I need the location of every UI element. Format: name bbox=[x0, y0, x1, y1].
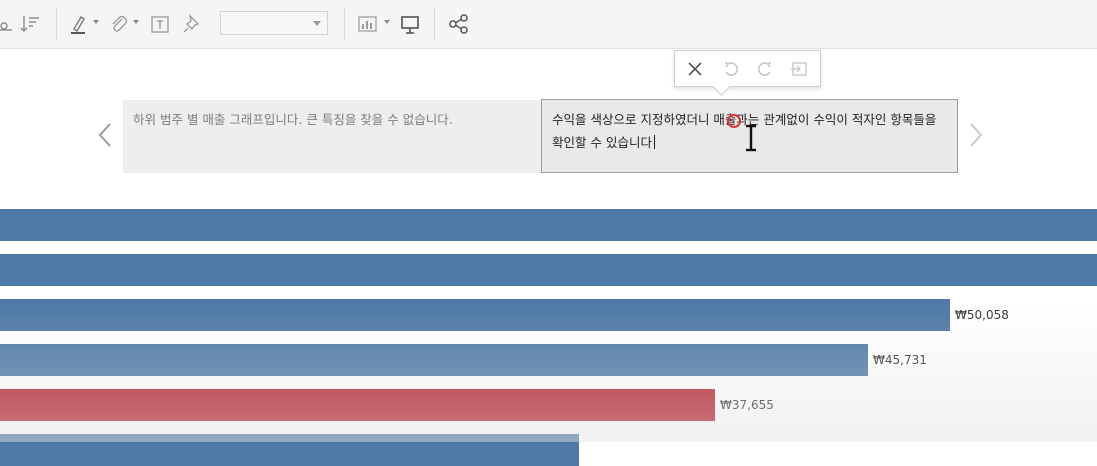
bar-value-label: ₩50,058 bbox=[955, 308, 1009, 322]
format-dropdown[interactable] bbox=[220, 11, 328, 35]
undo-icon[interactable] bbox=[720, 58, 742, 80]
popup-notch bbox=[712, 77, 731, 96]
bar-3[interactable] bbox=[0, 299, 950, 331]
text-box-icon[interactable] bbox=[148, 12, 172, 36]
sort-icon[interactable] bbox=[18, 12, 42, 36]
toolbar-separator bbox=[434, 8, 435, 40]
text-cursor-ibeam-icon bbox=[744, 123, 758, 153]
click-indicator bbox=[727, 114, 741, 128]
chart-type-icon[interactable] bbox=[356, 12, 380, 36]
chevron-down-icon bbox=[313, 21, 321, 26]
bar-4[interactable] bbox=[0, 344, 868, 376]
text-cursor bbox=[653, 135, 655, 149]
chart-type-dropdown-caret[interactable] bbox=[384, 20, 390, 24]
caption-previous[interactable]: 하위 범주 별 매출 그래프입니다. 큰 특징을 찾을 수 없습니다. bbox=[123, 100, 541, 173]
share-icon[interactable] bbox=[447, 12, 471, 36]
attachment-dropdown-caret[interactable] bbox=[133, 20, 139, 24]
next-caption-arrow[interactable] bbox=[966, 120, 986, 150]
toolbar-separator bbox=[56, 8, 57, 40]
redo-icon[interactable] bbox=[754, 58, 776, 80]
pin-icon[interactable] bbox=[180, 12, 204, 36]
highlighter-dropdown-caret[interactable] bbox=[93, 20, 99, 24]
bar-5[interactable] bbox=[0, 389, 715, 421]
group-icon[interactable] bbox=[0, 12, 16, 36]
caption-previous-text: 하위 범주 별 매출 그래프입니다. 큰 특징을 찾을 수 없습니다. bbox=[133, 112, 453, 127]
caption-edit-popup bbox=[674, 50, 821, 96]
attachment-icon[interactable] bbox=[106, 12, 130, 36]
toolbar bbox=[0, 0, 1097, 49]
bar-value-label: ₩45,731 bbox=[873, 353, 927, 367]
previous-caption-arrow[interactable] bbox=[95, 120, 115, 150]
bar-value-label: ₩37,655 bbox=[720, 398, 774, 412]
presentation-icon[interactable] bbox=[398, 12, 422, 36]
bar-2[interactable] bbox=[0, 254, 1097, 286]
toolbar-separator bbox=[344, 8, 345, 40]
insert-icon[interactable] bbox=[788, 58, 810, 80]
bar-1[interactable] bbox=[0, 209, 1097, 241]
sales-by-subcategory-chart: ₩50,058 ₩45,731 ₩37,655 bbox=[0, 200, 1097, 466]
bar-6[interactable] bbox=[0, 434, 579, 466]
highlighter-icon[interactable] bbox=[66, 12, 90, 36]
close-icon[interactable] bbox=[684, 58, 706, 80]
